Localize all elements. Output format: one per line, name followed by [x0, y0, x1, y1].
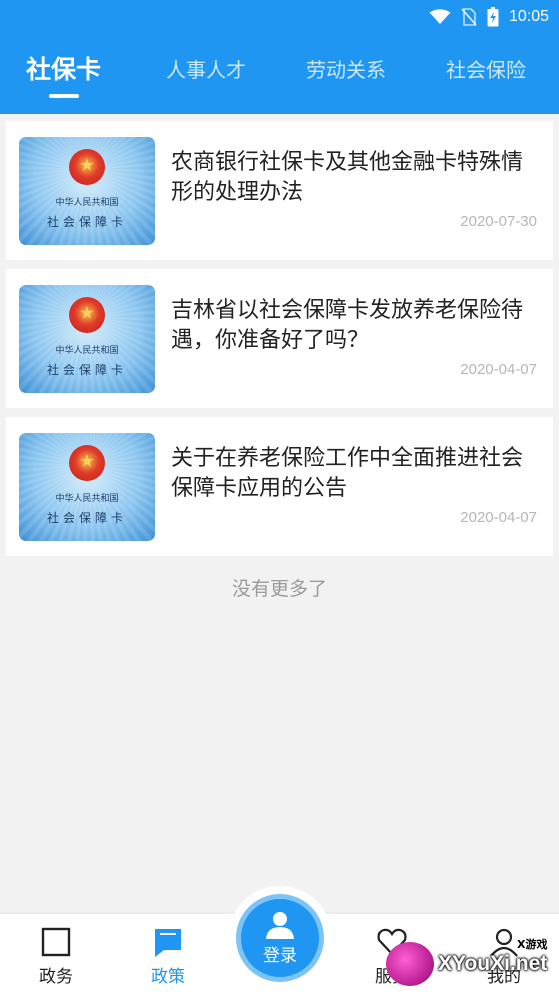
- app-header: 10:05 社保卡 人事人才 劳动关系 社会保险: [0, 0, 559, 114]
- article-card[interactable]: 中华人民共和国 社会保障卡 农商银行社保卡及其他金融卡特殊情形的处理办法 202…: [6, 121, 553, 260]
- active-tab-indicator: [48, 94, 79, 98]
- article-card[interactable]: 中华人民共和国 社会保障卡 吉林省以社会保障卡发放养老保险待遇，你准备好了吗？ …: [6, 269, 553, 408]
- tab-social-insurance[interactable]: 社会保险: [446, 46, 526, 102]
- thumb-caption: 中华人民共和国: [55, 494, 119, 504]
- chat-icon: [155, 929, 181, 957]
- article-title: 吉林省以社会保障卡发放养老保险待遇，你准备好了吗？: [171, 298, 524, 353]
- login-label: 登录: [263, 945, 297, 966]
- user-icon: [266, 911, 294, 939]
- article-date: 2020-04-07: [460, 509, 537, 526]
- site-watermark: X游戏 XYouXi.net: [380, 930, 559, 994]
- watermark-logo-icon: [386, 942, 434, 986]
- national-emblem-icon: [69, 149, 105, 185]
- battery-charging-icon: [487, 7, 499, 27]
- status-bar: 10:05: [0, 0, 559, 34]
- no-sim-icon: [461, 8, 477, 26]
- article-date: 2020-04-07: [460, 361, 537, 378]
- tab-social-security-card[interactable]: 社保卡: [26, 46, 101, 102]
- thumb-card-name: 社会保障卡: [46, 363, 127, 377]
- watermark-text: XYouXi.net: [438, 952, 548, 975]
- wifi-icon: [429, 9, 451, 24]
- nav-label: 政策: [151, 967, 185, 987]
- clock: 10:05: [508, 8, 549, 25]
- tab-label: 社保卡: [26, 55, 102, 84]
- thumb-card-name: 社会保障卡: [46, 215, 127, 229]
- article-title: 关于在养老保险工作中全面推进社会保障卡应用的公告: [171, 446, 524, 501]
- thumb-card-name: 社会保障卡: [46, 511, 127, 525]
- article-date: 2020-07-30: [460, 213, 537, 230]
- category-tabs: 社保卡 人事人才 劳动关系 社会保险: [0, 46, 559, 102]
- article-title: 农商银行社保卡及其他金融卡特殊情形的处理办法: [171, 150, 524, 205]
- national-emblem-icon: [69, 297, 105, 333]
- nav-item-government[interactable]: 政务: [16, 926, 96, 987]
- article-card[interactable]: 中华人民共和国 社会保障卡 关于在养老保险工作中全面推进社会保障卡应用的公告 2…: [6, 417, 553, 556]
- article-thumbnail: 中华人民共和国 社会保障卡: [19, 137, 155, 245]
- nav-item-policy[interactable]: 政策: [128, 926, 208, 987]
- tab-label: 社会保险: [446, 58, 526, 82]
- square-icon: [41, 927, 71, 957]
- national-emblem-icon: [69, 445, 105, 481]
- no-more-indicator: 没有更多了: [231, 578, 327, 600]
- login-button[interactable]: 登录: [236, 894, 324, 982]
- thumb-caption: 中华人民共和国: [55, 198, 119, 208]
- article-thumbnail: 中华人民共和国 社会保障卡: [19, 433, 155, 541]
- article-thumbnail: 中华人民共和国 社会保障卡: [19, 285, 155, 393]
- tab-label: 劳动关系: [306, 58, 386, 82]
- tab-label: 人事人才: [166, 58, 246, 82]
- thumb-caption: 中华人民共和国: [55, 346, 119, 356]
- watermark-small-text: X游戏: [517, 938, 548, 951]
- tab-personnel-talent[interactable]: 人事人才: [166, 46, 246, 102]
- nav-label: 政务: [39, 967, 73, 987]
- tab-labor-relations[interactable]: 劳动关系: [306, 46, 386, 102]
